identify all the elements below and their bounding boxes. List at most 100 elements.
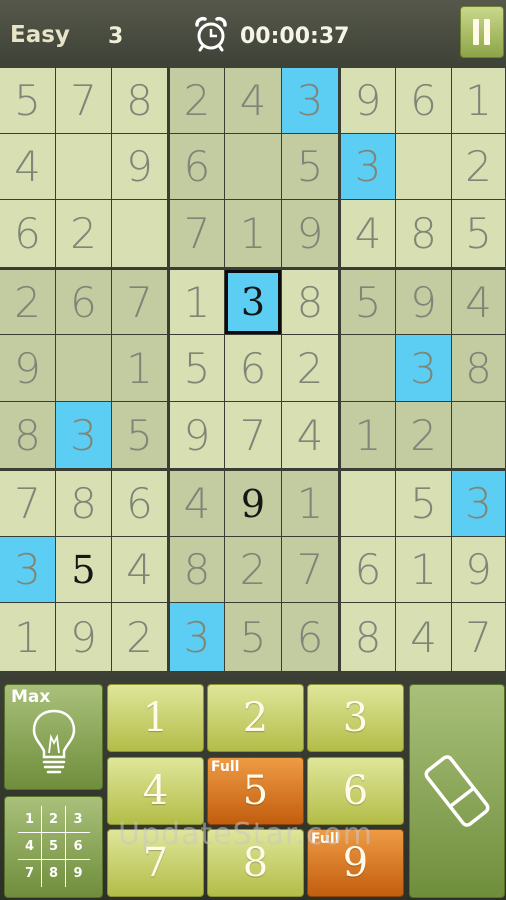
board-cell-r4c1[interactable]: 2 bbox=[0, 270, 55, 334]
board-cell-r9c6[interactable]: 6 bbox=[282, 603, 338, 671]
lightbulb-icon bbox=[32, 709, 76, 774]
pause-button[interactable] bbox=[460, 6, 504, 58]
board-cell-r8c3[interactable]: 4 bbox=[112, 537, 167, 602]
board-cell-r5c1[interactable]: 9 bbox=[0, 335, 55, 401]
board-cell-r4c4[interactable]: 1 bbox=[170, 270, 224, 334]
board-cell-r2c6[interactable]: 5 bbox=[282, 134, 338, 199]
board-cell-r3c5[interactable]: 1 bbox=[225, 200, 281, 267]
board-cell-r5c8[interactable]: 3 bbox=[396, 335, 451, 401]
board-cell-r5c6[interactable]: 2 bbox=[282, 335, 338, 401]
board-cell-r9c8[interactable]: 4 bbox=[396, 603, 451, 671]
board-cell-r2c1[interactable]: 4 bbox=[0, 134, 55, 199]
board-cell-r9c4[interactable]: 3 bbox=[170, 603, 224, 671]
board-cell-r6c8[interactable]: 2 bbox=[396, 402, 451, 468]
board-cell-r1c8[interactable]: 6 bbox=[396, 68, 451, 133]
board-cell-r9c9[interactable]: 7 bbox=[452, 603, 505, 671]
board-cell-r8c8[interactable]: 1 bbox=[396, 537, 451, 602]
number-button-label: 4 bbox=[142, 768, 169, 814]
board-cell-r5c2[interactable] bbox=[56, 335, 111, 401]
board-cell-r3c1[interactable]: 6 bbox=[0, 200, 55, 267]
board-cell-r2c3[interactable]: 9 bbox=[112, 134, 167, 199]
board-cell-r6c5[interactable]: 7 bbox=[225, 402, 281, 468]
board-cell-r1c6[interactable]: 3 bbox=[282, 68, 338, 133]
board-cell-r2c8[interactable] bbox=[396, 134, 451, 199]
board-cell-r7c9[interactable]: 3 bbox=[452, 471, 505, 536]
erase-button[interactable] bbox=[409, 684, 505, 898]
board-cell-r7c7[interactable] bbox=[341, 471, 395, 536]
board-cell-r5c4[interactable]: 5 bbox=[170, 335, 224, 401]
board-cell-r4c7[interactable]: 5 bbox=[341, 270, 395, 334]
board-cell-r1c9[interactable]: 1 bbox=[452, 68, 505, 133]
pencil-grid-digit: 9 bbox=[73, 866, 83, 881]
board-cell-r9c1[interactable]: 1 bbox=[0, 603, 55, 671]
board-cell-r2c2[interactable] bbox=[56, 134, 111, 199]
board-cell-r3c4[interactable]: 7 bbox=[170, 200, 224, 267]
hint-button[interactable]: Max bbox=[4, 684, 103, 790]
board-cell-r3c9[interactable]: 5 bbox=[452, 200, 505, 267]
board-cell-r6c3[interactable]: 5 bbox=[112, 402, 167, 468]
board-cell-r8c9[interactable]: 9 bbox=[452, 537, 505, 602]
board-cell-r1c7[interactable]: 9 bbox=[341, 68, 395, 133]
board-cell-r8c2[interactable]: 5 bbox=[56, 537, 111, 602]
board-cell-r1c1[interactable]: 5 bbox=[0, 68, 55, 133]
number-button-label: 5 bbox=[242, 768, 269, 814]
board-cell-r9c3[interactable]: 2 bbox=[112, 603, 167, 671]
board-cell-r2c5[interactable] bbox=[225, 134, 281, 199]
board-cell-r4c2[interactable]: 6 bbox=[56, 270, 111, 334]
board-cell-r8c7[interactable]: 6 bbox=[341, 537, 395, 602]
board-cell-r7c3[interactable]: 6 bbox=[112, 471, 167, 536]
board-cell-r1c5[interactable]: 4 bbox=[225, 68, 281, 133]
board-cell-r3c7[interactable]: 4 bbox=[341, 200, 395, 267]
board-cell-r5c5[interactable]: 6 bbox=[225, 335, 281, 401]
board-cell-r6c1[interactable]: 8 bbox=[0, 402, 55, 468]
board-cell-r7c6[interactable]: 1 bbox=[282, 471, 338, 536]
board-cell-r5c3[interactable]: 1 bbox=[112, 335, 167, 401]
board-cell-r1c3[interactable]: 8 bbox=[112, 68, 167, 133]
board-cell-r3c6[interactable]: 9 bbox=[282, 200, 338, 267]
board-cell-r2c4[interactable]: 6 bbox=[170, 134, 224, 199]
pencil-grid-digit: 1 bbox=[18, 806, 42, 833]
board-cell-r4c6[interactable]: 8 bbox=[282, 270, 338, 334]
sudoku-app: Easy 3 00:00:37 578243961496532627194852… bbox=[0, 0, 506, 900]
board-cell-r8c6[interactable]: 7 bbox=[282, 537, 338, 602]
board-cell-r7c5[interactable]: 9 bbox=[225, 471, 281, 536]
board-cell-r7c4[interactable]: 4 bbox=[170, 471, 224, 536]
board-cell-r4c3[interactable]: 7 bbox=[112, 270, 167, 334]
board-cell-r7c1[interactable]: 7 bbox=[0, 471, 55, 536]
board-cell-r3c8[interactable]: 8 bbox=[396, 200, 451, 267]
board-cell-r4c5[interactable]: 3 bbox=[225, 270, 281, 334]
difficulty-label: Easy bbox=[10, 22, 70, 48]
number-button-1[interactable]: 1 bbox=[107, 684, 204, 752]
board-cell-r1c2[interactable]: 7 bbox=[56, 68, 111, 133]
board-cell-r1c4[interactable]: 2 bbox=[170, 68, 224, 133]
board-cell-r3c2[interactable]: 2 bbox=[56, 200, 111, 267]
pencil-grid-digit: 5 bbox=[42, 833, 66, 860]
board-cell-r6c9[interactable] bbox=[452, 402, 505, 468]
board-cell-r6c4[interactable]: 9 bbox=[170, 402, 224, 468]
board-cell-r5c9[interactable]: 8 bbox=[452, 335, 505, 401]
pencil-notes-button[interactable]: 123456789 bbox=[4, 796, 103, 898]
number-button-6[interactable]: 6 bbox=[307, 757, 404, 825]
board-cell-r5c7[interactable] bbox=[341, 335, 395, 401]
board-cell-r9c5[interactable]: 5 bbox=[225, 603, 281, 671]
board-cell-r7c2[interactable]: 8 bbox=[56, 471, 111, 536]
board-cell-r2c9[interactable]: 2 bbox=[452, 134, 505, 199]
board-cell-r2c7[interactable]: 3 bbox=[341, 134, 395, 199]
board-cell-r6c7[interactable]: 1 bbox=[341, 402, 395, 468]
number-button-5[interactable]: Full 5 bbox=[207, 757, 304, 825]
board-cell-r7c8[interactable]: 5 bbox=[396, 471, 451, 536]
number-button-2[interactable]: 2 bbox=[207, 684, 304, 752]
board-cell-r4c9[interactable]: 4 bbox=[452, 270, 505, 334]
board-cell-r4c8[interactable]: 9 bbox=[396, 270, 451, 334]
board-cell-r9c2[interactable]: 9 bbox=[56, 603, 111, 671]
number-button-4[interactable]: 4 bbox=[107, 757, 204, 825]
board-cell-r9c7[interactable]: 8 bbox=[341, 603, 395, 671]
board-cell-r3c3[interactable] bbox=[112, 200, 167, 267]
board-cell-r8c4[interactable]: 8 bbox=[170, 537, 224, 602]
board-cell-r6c6[interactable]: 4 bbox=[282, 402, 338, 468]
board-cell-r8c5[interactable]: 2 bbox=[225, 537, 281, 602]
board-cell-r8c1[interactable]: 3 bbox=[0, 537, 55, 602]
board-cell-r6c2[interactable]: 3 bbox=[56, 402, 111, 468]
number-button-3[interactable]: 3 bbox=[307, 684, 404, 752]
pause-icon bbox=[473, 19, 479, 45]
